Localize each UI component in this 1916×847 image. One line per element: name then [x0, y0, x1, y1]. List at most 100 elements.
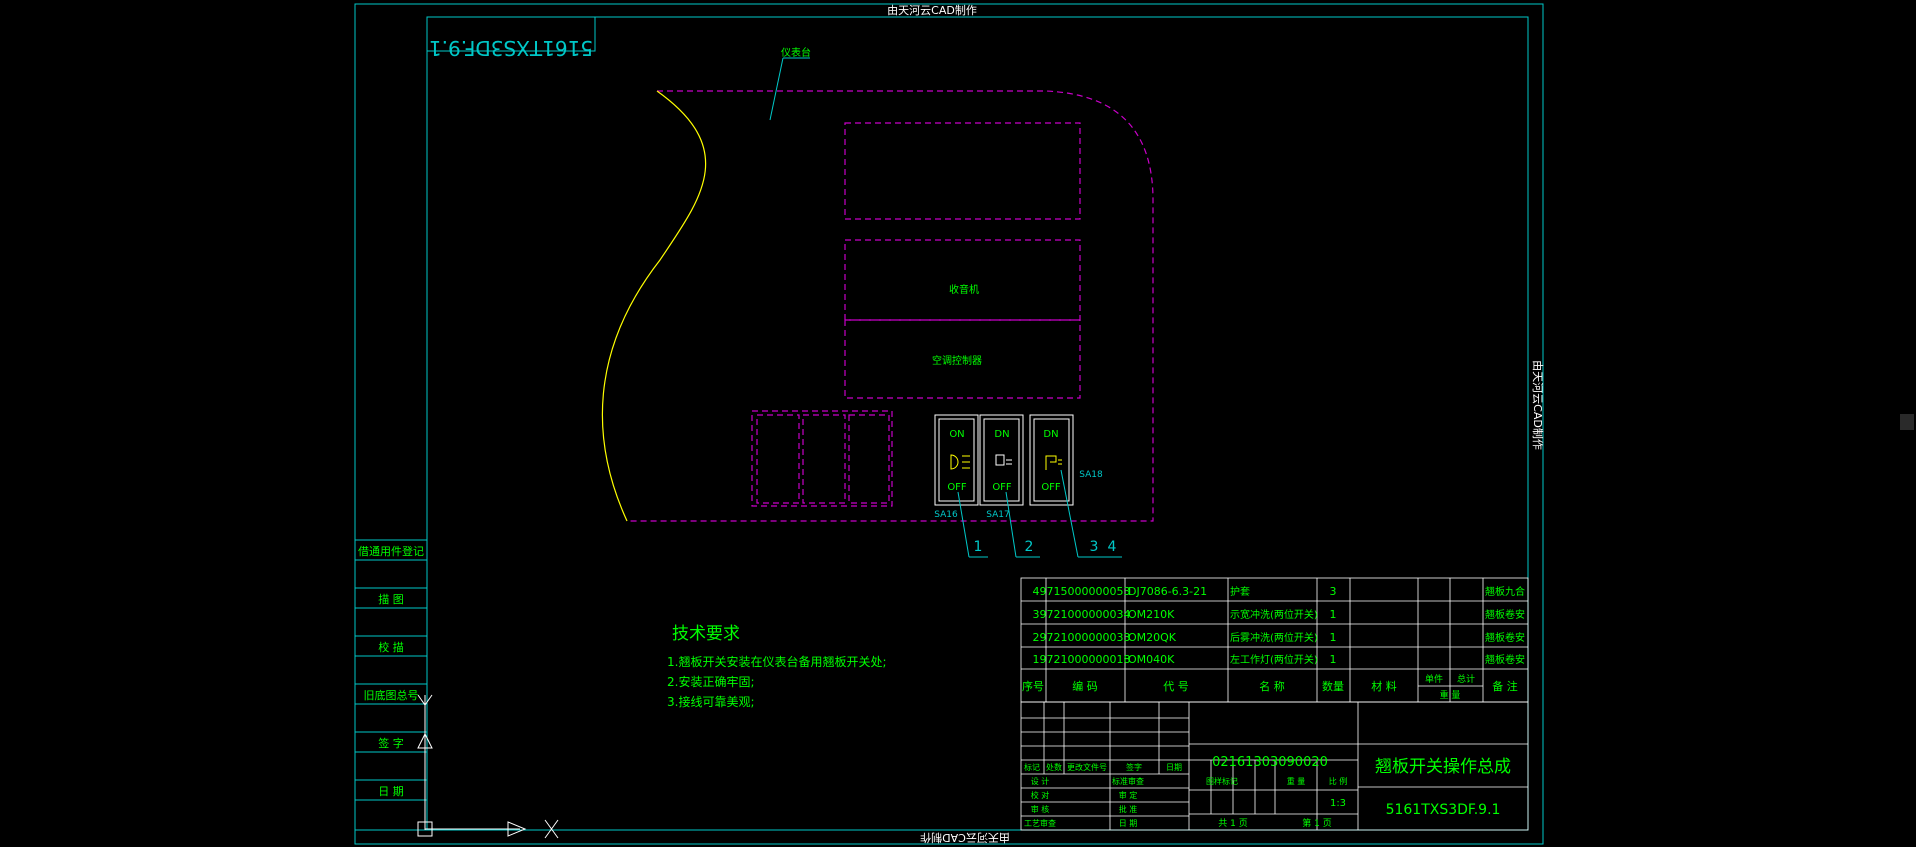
bom-row-3-no: 3 — [1033, 608, 1040, 621]
bom-header-code: 编 码 — [1072, 679, 1098, 693]
sheet-total: 共 1 页 — [1218, 818, 1247, 829]
bom-header-weight: 重 量 — [1440, 689, 1461, 701]
leader-label: 仪表台 — [781, 46, 811, 59]
left-col-5: 日 期 — [378, 785, 404, 798]
bom-row-1-name: 左工作灯(两位开关) — [1230, 653, 1318, 666]
switch-1-off: OFF — [947, 482, 967, 493]
tech-req-title: 技术要求 — [672, 624, 740, 644]
bom-row-1-code: 9721000000018 — [1040, 653, 1131, 666]
bom-row-4-ref: DJ7086-6.3-21 — [1128, 585, 1207, 598]
instrument-panel — [627, 90, 1154, 522]
mirror-title: 5161TXS3DF.9.1 — [429, 36, 593, 60]
bom-header-total: 总计 — [1457, 673, 1475, 685]
scale-value: 1:3 — [1330, 798, 1346, 809]
switch-group: ON OFF DN OFF DN OFF SA16 SA17 SA18 — [934, 414, 1103, 520]
panel-curve — [601, 90, 707, 522]
worklight-icon — [1045, 455, 1062, 470]
rev-label-3: 更改文件号 — [1067, 762, 1107, 772]
switch-3-off: OFF — [1041, 482, 1061, 493]
bom-row-4-no: 4 — [1033, 585, 1040, 598]
watermark-bottom: 由天河云CAD制作 — [920, 831, 1010, 845]
drawing-number: 5161TXS3DF.9.1 — [1386, 802, 1501, 818]
sign-row-1-b: 标准审查 — [1112, 776, 1144, 786]
left-col-1: 描 图 — [378, 592, 404, 606]
sign-row-1-a: 设 计 — [1031, 776, 1050, 786]
rev-label-5: 日期 — [1166, 763, 1182, 772]
audio-label: 收音机 — [949, 283, 979, 296]
sign-row-3-b: 批 准 — [1119, 804, 1138, 814]
bom-header-note: 备 注 — [1492, 679, 1518, 693]
sign-row-2-b: 审 定 — [1119, 790, 1138, 800]
sign-row-4-b: 日 期 — [1119, 819, 1138, 828]
sheet-no: 第 1 页 — [1302, 817, 1331, 829]
bom-row-2-note: 翘板卷安 — [1485, 631, 1525, 644]
rev-label-2: 处数 — [1046, 762, 1062, 772]
bom-row-1-note: 翘板卷安 — [1485, 653, 1525, 666]
switch-2-off: OFF — [992, 482, 1012, 493]
bom-row-3-name: 示宽冲洗(两位开关) — [1230, 608, 1318, 621]
cad-drawing: 由天河云CAD制作 由天河云CAD制作 由天河云CAD制作 5161TXS3DF… — [354, 3, 1545, 845]
callout-3: 3 — [1090, 539, 1099, 555]
lamp-icon — [995, 454, 1012, 466]
switch-1-tag: SA16 — [934, 510, 958, 520]
bom-header-no: 序号 — [1022, 679, 1044, 693]
drawing-number-top: 02161303090020 — [1212, 755, 1328, 770]
ac-label: 空调控制器 — [932, 354, 982, 367]
leader-line-diag — [769, 57, 784, 121]
left-col-2: 校 描 — [378, 640, 404, 654]
scale-label: 比 例 — [1329, 776, 1348, 786]
bom-row-2-name: 后雾冲洗(两位开关) — [1230, 631, 1318, 644]
bom-row-3-ref: OM210K — [1128, 608, 1175, 621]
bom-header-material: 材 料 — [1371, 679, 1397, 693]
tech-req-line-3: 3.接线可靠美观; — [667, 694, 755, 709]
callout-1: 1 — [974, 539, 983, 555]
sign-row-4-a: 工艺审查 — [1024, 818, 1056, 828]
bom-row-2-no: 2 — [1033, 631, 1040, 644]
bom-header-qty: 数量 — [1322, 680, 1344, 693]
bom-row-3-code: 9721000000034 — [1040, 608, 1131, 621]
bom-row-1-qty: 1 — [1330, 653, 1337, 666]
bom-row-2-qty: 1 — [1330, 631, 1337, 644]
outer-frame — [354, 3, 1544, 845]
left-col-4: 签 字 — [378, 736, 404, 750]
bom-row-4-code: 9715000000053 — [1040, 585, 1131, 598]
bom-header-name: 名 称 — [1259, 679, 1285, 693]
watermark-top: 由天河云CAD制作 — [887, 3, 977, 17]
bom-row-4-name: 护套 — [1230, 585, 1250, 598]
drawing-title: 翘板开关操作总成 — [1375, 757, 1511, 777]
callout-4: 4 — [1108, 539, 1117, 555]
callout-2: 2 — [1025, 539, 1034, 555]
bom-row-4-qty: 3 — [1330, 585, 1337, 598]
bom-header-unit: 单件 — [1425, 673, 1443, 685]
sign-row-2-a: 校 对 — [1031, 790, 1050, 800]
switch-2-on: DN — [994, 429, 1009, 440]
cad-drawing-viewport[interactable]: 由天河云CAD制作 由天河云CAD制作 由天河云CAD制作 5161TXS3DF… — [0, 0, 1916, 847]
switch-2-tag: SA17 — [986, 510, 1010, 520]
left-col-3: 旧底图总号 — [364, 688, 419, 702]
weight-label: 重 量 — [1287, 776, 1306, 786]
rev-label-4: 签字 — [1126, 762, 1142, 772]
title-block-text: 标记 处数 更改文件号 签字 日期 设 计 标准审查 校 对 审 定 审 核 批… — [1024, 755, 1511, 829]
stage-mark-label: 图样标记 — [1206, 776, 1238, 786]
bom-row-4-note: 翘板九合 — [1485, 585, 1525, 598]
scrollbar-thumb[interactable] — [1900, 414, 1914, 430]
bom-header-ref: 代 号 — [1163, 680, 1189, 693]
tech-req-line-2: 2.安装正确牢固; — [667, 674, 755, 689]
switch-3-on: DN — [1043, 429, 1058, 440]
ucs-icon — [417, 694, 559, 839]
watermark-right: 由天河云CAD制作 — [1531, 360, 1545, 450]
bom-row-1-no: 1 — [1033, 653, 1040, 666]
vertical-scrollbar[interactable] — [1898, 0, 1916, 847]
bom-row-3-qty: 1 — [1330, 608, 1337, 621]
left-col-0: 借通用件登记 — [358, 544, 424, 558]
headlight-icon — [950, 454, 970, 470]
sign-row-3-a: 审 核 — [1031, 804, 1050, 814]
bom-row-3-note: 翘板卷安 — [1485, 608, 1525, 621]
rev-label-1: 标记 — [1024, 762, 1040, 772]
tech-req-line-1: 1.翘板开关安装在仪表台备用翘板开关处; — [667, 654, 887, 669]
bom-row-1-ref: OM040K — [1128, 653, 1175, 666]
bom-rows: 4 9715000000053 DJ7086-6.3-21 护套 3 翘板九合 … — [1022, 585, 1525, 701]
switch-1-on: ON — [949, 429, 964, 440]
switch-3-tag: SA18 — [1079, 470, 1103, 480]
bom-row-2-code: 9721000000033 — [1040, 631, 1131, 644]
